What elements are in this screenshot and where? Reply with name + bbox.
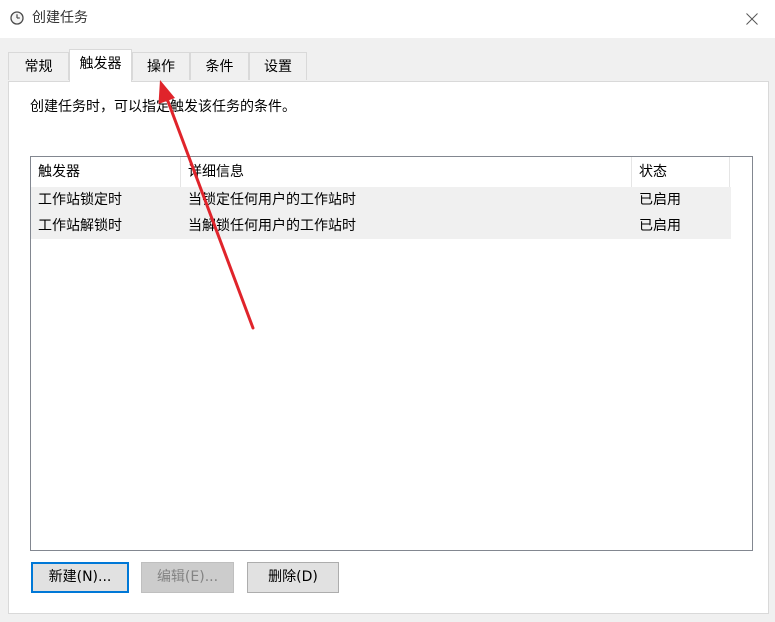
title-bar: 创建任务 bbox=[0, 0, 775, 38]
edit-trigger-button[interactable]: 编辑(E)... bbox=[141, 562, 234, 593]
table-row[interactable]: 工作站解锁时 当解锁任何用户的工作站时 已启用 bbox=[31, 213, 731, 239]
triggers-list[interactable]: 触发器 详细信息 状态 工作站锁定时 当锁定任何用户的工作站时 已启用 工作站解… bbox=[30, 156, 753, 551]
delete-trigger-button[interactable]: 删除(D) bbox=[247, 562, 339, 593]
cell-details: 当解锁任何用户的工作站时 bbox=[188, 218, 356, 234]
column-header-details[interactable]: 详细信息 bbox=[181, 157, 632, 187]
tab-general[interactable]: 常规 bbox=[8, 52, 69, 80]
close-button[interactable] bbox=[729, 0, 775, 38]
tab-conditions[interactable]: 条件 bbox=[190, 52, 249, 80]
window-title: 创建任务 bbox=[32, 10, 88, 26]
create-task-window: 创建任务 常规 触发器 操作 条件 设置 创建任务时，可以指定触发该任务的条件。… bbox=[0, 0, 775, 622]
triggers-panel: 创建任务时，可以指定触发该任务的条件。 触发器 详细信息 状态 工作站锁定时 当… bbox=[8, 81, 769, 614]
cell-details: 当锁定任何用户的工作站时 bbox=[188, 192, 356, 208]
panel-description: 创建任务时，可以指定触发该任务的条件。 bbox=[30, 99, 296, 115]
cell-status: 已启用 bbox=[639, 192, 681, 208]
new-trigger-button[interactable]: 新建(N)... bbox=[31, 562, 129, 593]
tab-settings[interactable]: 设置 bbox=[249, 52, 307, 80]
cell-trigger: 工作站锁定时 bbox=[38, 192, 122, 208]
table-row[interactable]: 工作站锁定时 当锁定任何用户的工作站时 已启用 bbox=[31, 187, 731, 213]
column-header-status[interactable]: 状态 bbox=[632, 157, 730, 187]
cell-status: 已启用 bbox=[639, 218, 681, 234]
clock-icon bbox=[10, 11, 24, 25]
cell-trigger: 工作站解锁时 bbox=[38, 218, 122, 234]
close-icon bbox=[746, 13, 758, 25]
tab-actions[interactable]: 操作 bbox=[132, 52, 190, 80]
tab-triggers[interactable]: 触发器 bbox=[69, 49, 132, 82]
column-header-trigger[interactable]: 触发器 bbox=[31, 157, 181, 187]
list-header: 触发器 详细信息 状态 bbox=[31, 157, 731, 187]
